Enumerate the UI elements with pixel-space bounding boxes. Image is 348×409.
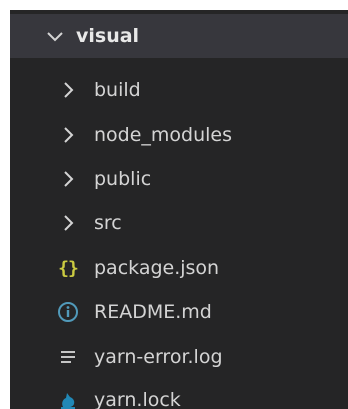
tree-item-label: node_modules <box>94 124 233 146</box>
log-lines-icon <box>56 345 80 369</box>
tree-item-label: src <box>94 212 122 234</box>
tree-item-label: package.json <box>94 257 220 279</box>
tree-root-folder-visual[interactable]: visual <box>10 14 348 58</box>
tree-item-build[interactable]: build <box>10 68 348 112</box>
tree-item-src[interactable]: src <box>10 201 348 245</box>
tree-item-node-modules[interactable]: node_modules <box>10 113 348 157</box>
tree-item-yarn-error-log[interactable]: yarn-error.log <box>10 335 348 379</box>
tree-item-package-json[interactable]: {} package.json <box>10 246 348 290</box>
tree-item-public[interactable]: public <box>10 157 348 201</box>
tree-item-label: README.md <box>94 301 212 323</box>
tree-item-label: build <box>94 79 141 101</box>
chevron-right-icon[interactable] <box>56 123 80 147</box>
chevron-right-icon[interactable] <box>56 167 80 191</box>
tree-item-label: yarn.lock <box>94 389 181 409</box>
chevron-right-icon[interactable] <box>56 78 80 102</box>
root-folder-label: visual <box>76 25 140 47</box>
file-explorer: visual build node_modules public src {} … <box>10 10 348 409</box>
tree-item-label: public <box>94 168 152 190</box>
tree-item-yarn-lock[interactable]: yarn.lock <box>10 378 348 409</box>
yarn-cat-icon <box>56 388 80 409</box>
chevron-down-icon[interactable] <box>44 25 66 47</box>
json-braces-icon: {} <box>58 257 79 279</box>
tree-item-label: yarn-error.log <box>94 346 223 368</box>
tree-item-readme[interactable]: README.md <box>10 290 348 334</box>
chevron-right-icon[interactable] <box>56 211 80 235</box>
info-icon <box>56 300 80 324</box>
